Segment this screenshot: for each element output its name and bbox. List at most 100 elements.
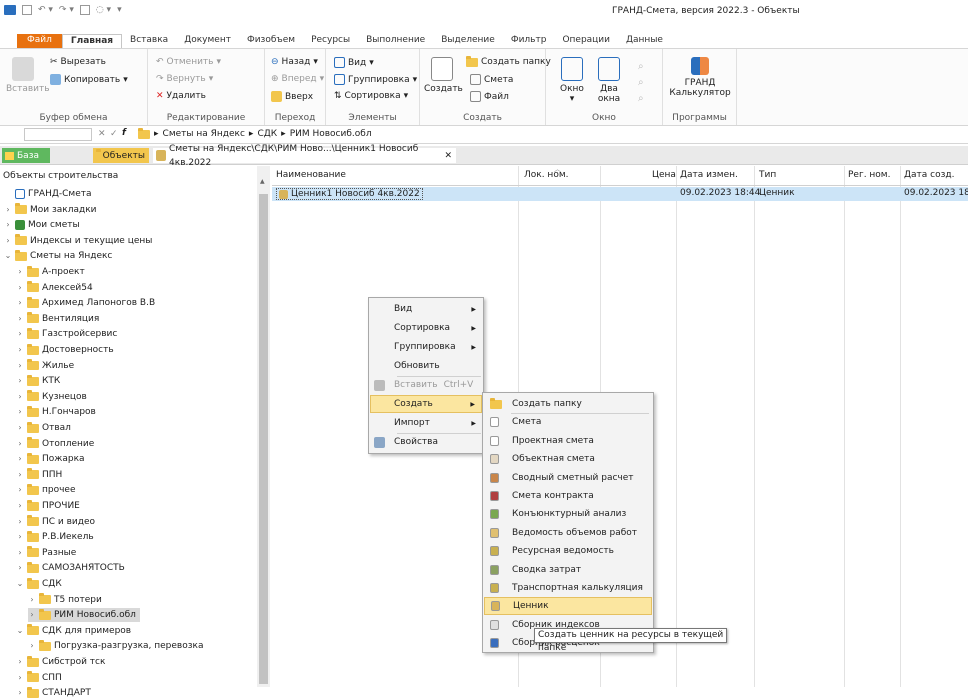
tree-node[interactable]: › Отвал xyxy=(16,421,71,435)
close-icon[interactable]: ✕ xyxy=(444,149,452,163)
copy-button[interactable]: Копировать ▾ xyxy=(50,74,128,85)
column-header-name[interactable]: Наименование xyxy=(276,170,346,184)
breadcrumb-item[interactable]: СДК xyxy=(257,129,277,139)
tree-node[interactable]: ГРАНД-Смета xyxy=(4,187,92,201)
tree-node[interactable]: › ПС и видео xyxy=(16,515,95,529)
tab-document[interactable]: Документ xyxy=(176,34,239,48)
expand-arrow-icon[interactable]: › xyxy=(16,671,24,685)
submenu-item[interactable]: Смета контракта xyxy=(484,487,652,505)
menu-item-create[interactable]: Создать ▶ xyxy=(370,395,482,413)
expand-arrow-icon[interactable]: › xyxy=(16,296,24,310)
submenu-item[interactable]: Проектная смета xyxy=(484,432,652,450)
expand-arrow-icon[interactable]: › xyxy=(16,655,24,669)
menu-item-refresh[interactable]: Обновить xyxy=(370,357,482,375)
doc-tab-objects[interactable]: Объекты xyxy=(93,148,149,163)
expand-arrow-icon[interactable]: › xyxy=(16,468,24,482)
tree-node[interactable]: › Алексей54 xyxy=(16,281,93,295)
submenu-item[interactable]: Конъюнктурный анализ xyxy=(484,505,652,523)
new-folder-button[interactable]: Создать папку xyxy=(466,55,551,67)
grouping-button[interactable]: Группировка ▾ xyxy=(334,74,417,85)
tree-node[interactable]: › Сибстрой тск xyxy=(16,655,105,669)
tree-node[interactable]: ⌄ Сметы на Яндекс xyxy=(4,249,112,263)
expand-arrow-icon[interactable]: › xyxy=(16,405,24,419)
expand-arrow-icon[interactable]: › xyxy=(16,499,24,513)
tree-node[interactable]: › Газстройсервис xyxy=(16,327,117,341)
expand-arrow-icon[interactable]: › xyxy=(16,530,24,544)
expand-arrow-icon[interactable]: › xyxy=(16,515,24,529)
expand-arrow-icon[interactable]: › xyxy=(16,265,24,279)
accept-icon[interactable]: ✓ xyxy=(110,129,118,139)
column-header-type[interactable]: Тип xyxy=(759,170,776,184)
expand-arrow-icon[interactable]: › xyxy=(16,437,24,451)
expand-arrow-icon[interactable]: › xyxy=(4,218,12,232)
back-button[interactable]: ⊖ Назад ▾ xyxy=(271,57,318,67)
expand-arrow-icon[interactable]: › xyxy=(16,281,24,295)
tree-scrollbar[interactable]: ▲ xyxy=(257,166,270,687)
redo-icon[interactable]: ↷ ▾ xyxy=(59,5,74,15)
quick-access-dropdown-icon[interactable]: ▾ xyxy=(117,5,122,15)
table-row[interactable]: Ценник1 Новосиб 4кв.2022 09.02.2023 18:4… xyxy=(272,187,968,201)
tree-node[interactable]: › Н.Гончаров xyxy=(16,405,96,419)
two-windows-button[interactable]: Два окна xyxy=(592,57,626,104)
tab-operations[interactable]: Операции xyxy=(554,34,618,48)
expand-arrow-icon[interactable]: › xyxy=(16,343,24,357)
expand-arrow-icon[interactable]: › xyxy=(16,390,24,404)
tree-node[interactable]: › Кузнецов xyxy=(16,390,87,404)
cancel-icon[interactable]: ✕ xyxy=(98,129,106,139)
collapse-arrow-icon[interactable]: ⌄ xyxy=(4,249,12,263)
paste-button[interactable]: Вставить xyxy=(6,57,50,94)
tree-node[interactable]: › А-проект xyxy=(16,265,85,279)
forward-button[interactable]: ⊕ Вперед ▾ xyxy=(271,74,324,84)
expand-arrow-icon[interactable]: › xyxy=(16,359,24,373)
expand-arrow-icon[interactable]: › xyxy=(16,561,24,575)
tree-node[interactable]: › Достоверность xyxy=(16,343,114,357)
grand-calculator-button[interactable]: ГРАНД Калькулятор xyxy=(665,57,735,98)
clock-icon[interactable]: ◌ ▾ xyxy=(96,5,111,15)
submenu-item[interactable]: Смета xyxy=(484,413,652,431)
column-header-created[interactable]: Дата созд. xyxy=(904,170,955,184)
function-icon[interactable]: f xyxy=(122,128,126,138)
submenu-item[interactable]: Транспортная калькуляция xyxy=(484,579,652,597)
menu-item-group[interactable]: Группировка ▶ xyxy=(370,338,482,356)
submenu-item[interactable]: Сводка затрат xyxy=(484,561,652,579)
submenu-item[interactable]: Сводный сметный расчет xyxy=(484,469,652,487)
tree-node[interactable]: › Мои закладки xyxy=(4,203,97,217)
expand-arrow-icon[interactable]: › xyxy=(28,639,36,653)
tree-node[interactable]: › СТАНДАРТ xyxy=(16,686,91,700)
expand-arrow-icon[interactable]: › xyxy=(16,312,24,326)
breadcrumb-item[interactable]: Сметы на Яндекс xyxy=(163,129,245,139)
tree-node[interactable]: › САМОЗАНЯТОСТЬ xyxy=(16,561,125,575)
tab-selection[interactable]: Выделение xyxy=(433,34,503,48)
tree-node[interactable]: › Разные xyxy=(16,546,76,560)
submenu-item[interactable]: Ценник xyxy=(484,597,652,616)
expand-arrow-icon[interactable]: › xyxy=(16,374,24,388)
view-button[interactable]: Вид ▾ xyxy=(334,57,374,68)
breadcrumb-item[interactable]: РИМ Новосиб.обл xyxy=(290,129,372,139)
save-icon[interactable] xyxy=(22,5,32,15)
menu-item-view[interactable]: Вид ▶ xyxy=(370,300,482,318)
menu-item-properties[interactable]: Свойства xyxy=(370,433,482,451)
expand-arrow-icon[interactable]: › xyxy=(4,234,12,248)
scrollbar-thumb[interactable] xyxy=(259,194,268,684)
tree-node[interactable]: › Р.В.Иекель xyxy=(16,530,94,544)
redo-button[interactable]: ↷ Вернуть ▾ xyxy=(156,74,213,84)
collapse-arrow-icon[interactable]: ⌄ xyxy=(16,577,24,591)
sorting-button[interactable]: ⇅ Сортировка ▾ xyxy=(334,91,408,101)
column-header-local-number[interactable]: Лок. ном. xyxy=(524,170,568,184)
tree-node[interactable]: › Отопление xyxy=(16,437,94,451)
collapse-arrow-icon[interactable]: ⌄ xyxy=(16,624,24,638)
tree-node[interactable]: › Мои сметы xyxy=(4,218,80,232)
formula-input[interactable] xyxy=(24,128,92,141)
column-header-reg-number[interactable]: Рег. ном. xyxy=(848,170,890,184)
tab-volume[interactable]: Физобъем xyxy=(239,34,303,48)
tree-node[interactable]: › Т5 потери xyxy=(28,593,102,607)
expand-arrow-icon[interactable]: › xyxy=(16,686,24,700)
tree-node[interactable]: › ППН xyxy=(16,468,62,482)
tree-node[interactable]: › Пожарка xyxy=(16,452,85,466)
window-button[interactable]: Окно ▾ xyxy=(556,57,588,104)
tree-node[interactable]: › Погрузка-разгрузка, перевозка xyxy=(28,639,203,653)
doc-tab-base[interactable]: База xyxy=(2,148,50,163)
menu-item-paste[interactable]: Вставить Ctrl+V xyxy=(370,376,482,394)
expand-arrow-icon[interactable]: › xyxy=(4,203,12,217)
tree-node[interactable]: › Жилье xyxy=(16,359,74,373)
